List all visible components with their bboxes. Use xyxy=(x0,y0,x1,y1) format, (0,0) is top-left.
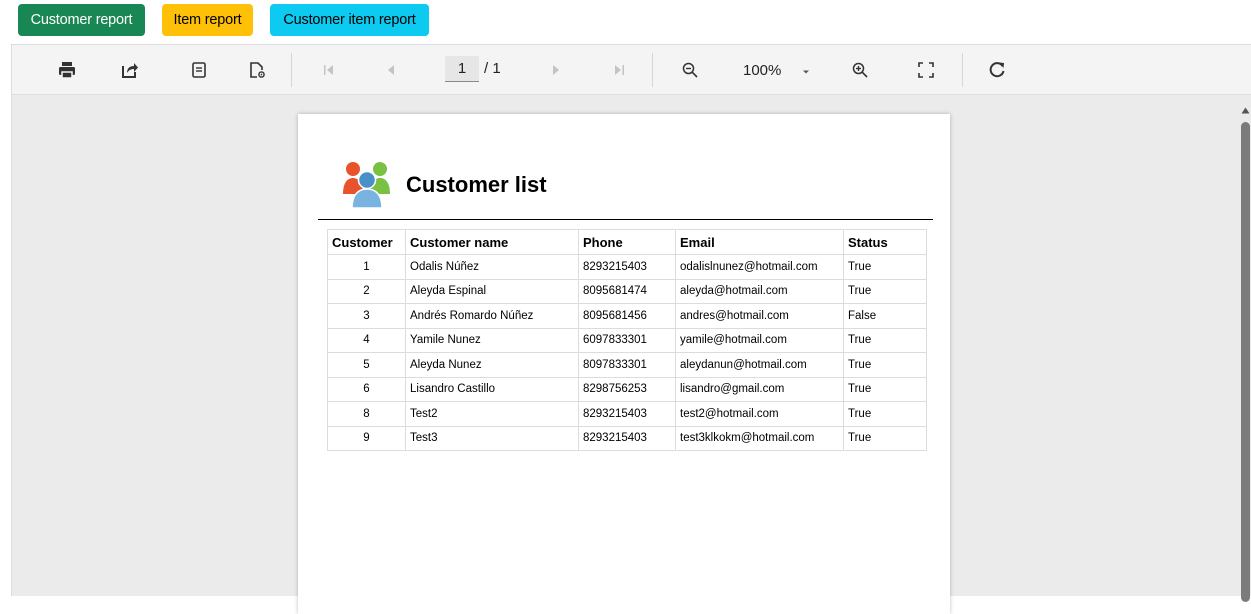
total-pages: / 1 xyxy=(484,60,501,77)
refresh-icon[interactable] xyxy=(984,57,1010,83)
customer-id: 4 xyxy=(327,327,406,353)
customer-phone: 8293215403 xyxy=(578,401,676,427)
customer-id: 9 xyxy=(327,425,406,451)
page-setup-icon[interactable] xyxy=(244,57,270,83)
print-icon[interactable] xyxy=(54,57,80,83)
table-row: 1 Odalis Núñez 8293215403 odalislnunez@h… xyxy=(327,254,927,280)
customer-id: 6 xyxy=(327,376,406,402)
customer-id: 3 xyxy=(327,303,406,329)
customer-item-report-button[interactable]: Customer item report xyxy=(270,4,429,36)
table-row: 2 Aleyda Espinal 8095681474 aleyda@hotma… xyxy=(327,278,927,304)
customer-status: True xyxy=(843,352,927,378)
document-icon[interactable] xyxy=(186,57,212,83)
table-row: 6 Lisandro Castillo 8298756253 lisandro@… xyxy=(327,376,927,402)
customer-name: Aleyda Nunez xyxy=(405,352,579,378)
customer-name: Odalis Núñez xyxy=(405,254,579,280)
customer-name: Andrés Romardo Núñez xyxy=(405,303,579,329)
first-page-icon[interactable] xyxy=(316,57,342,83)
report-title: Customer list xyxy=(406,172,547,197)
table-row: 8 Test2 8293215403 test2@hotmail.com Tru… xyxy=(327,401,927,427)
toolbar-separator xyxy=(962,53,963,87)
customer-status: True xyxy=(843,401,927,427)
toolbar-separator xyxy=(291,53,292,87)
table-header-row: Customer Customer name Phone Email Statu… xyxy=(327,229,927,255)
zoom-value: 100% xyxy=(743,62,782,79)
customer-name: Yamile Nunez xyxy=(405,327,579,353)
customer-status: True xyxy=(843,376,927,402)
customer-phone: 8095681456 xyxy=(578,303,676,329)
column-header: Phone xyxy=(578,229,676,255)
customer-email: odalislnunez@hotmail.com xyxy=(675,254,844,280)
previous-page-icon[interactable] xyxy=(378,57,404,83)
toolbar-separator xyxy=(652,53,653,87)
table-row: 9 Test3 8293215403 test3klkokm@hotmail.c… xyxy=(327,425,927,451)
customer-id: 5 xyxy=(327,352,406,378)
scroll-up-icon[interactable] xyxy=(1241,101,1250,119)
customer-status: False xyxy=(843,303,927,329)
customer-status: True xyxy=(843,254,927,280)
customer-phone: 8097833301 xyxy=(578,352,676,378)
column-header: Email xyxy=(675,229,844,255)
report-viewer: / 1 100% xyxy=(11,44,1251,614)
zoom-in-icon[interactable] xyxy=(847,57,873,83)
customer-email: yamile@hotmail.com xyxy=(675,327,844,353)
customers-group-icon xyxy=(343,160,391,215)
customer-phone: 8298756253 xyxy=(578,376,676,402)
customer-name: Test2 xyxy=(405,401,579,427)
customer-id: 8 xyxy=(327,401,406,427)
fullscreen-icon[interactable] xyxy=(913,57,939,83)
customer-email: lisandro@gmail.com xyxy=(675,376,844,402)
customer-id: 2 xyxy=(327,278,406,304)
item-report-button[interactable]: Item report xyxy=(162,4,253,36)
viewer-toolbar: / 1 100% xyxy=(12,45,1251,95)
customer-phone: 8293215403 xyxy=(578,425,676,451)
customer-name: Lisandro Castillo xyxy=(405,376,579,402)
customer-name: Aleyda Espinal xyxy=(405,278,579,304)
table-row: 3 Andrés Romardo Núñez 8095681456 andres… xyxy=(327,303,927,329)
customer-email: andres@hotmail.com xyxy=(675,303,844,329)
column-header: Customer name xyxy=(405,229,579,255)
table-row: 4 Yamile Nunez 6097833301 yamile@hotmail… xyxy=(327,327,927,353)
customer-status: True xyxy=(843,278,927,304)
report-page: Customer list Customer Customer name Pho… xyxy=(298,114,950,614)
zoom-out-icon[interactable] xyxy=(677,57,703,83)
column-header: Status xyxy=(843,229,927,255)
zoom-select[interactable]: 100% xyxy=(743,58,815,82)
customer-status: True xyxy=(843,327,927,353)
customer-phone: 8095681474 xyxy=(578,278,676,304)
customer-email: test2@hotmail.com xyxy=(675,401,844,427)
customer-table: Customer Customer name Phone Email Statu… xyxy=(327,229,927,451)
table-row: 5 Aleyda Nunez 8097833301 aleydanun@hotm… xyxy=(327,352,927,378)
current-page-input[interactable] xyxy=(445,56,479,82)
chevron-down-icon xyxy=(801,64,811,82)
customer-email: aleydanun@hotmail.com xyxy=(675,352,844,378)
customer-phone: 8293215403 xyxy=(578,254,676,280)
customer-email: aleyda@hotmail.com xyxy=(675,278,844,304)
export-icon[interactable] xyxy=(117,57,143,83)
customer-name: Test3 xyxy=(405,425,579,451)
next-page-icon[interactable] xyxy=(543,57,569,83)
customer-email: test3klkokm@hotmail.com xyxy=(675,425,844,451)
vertical-scrollbar[interactable] xyxy=(1239,95,1251,602)
column-header: Customer xyxy=(327,229,406,255)
customer-id: 1 xyxy=(327,254,406,280)
scrollbar-thumb[interactable] xyxy=(1241,122,1250,602)
customer-status: True xyxy=(843,425,927,451)
last-page-icon[interactable] xyxy=(606,57,632,83)
title-divider xyxy=(318,219,933,220)
customer-report-button[interactable]: Customer report xyxy=(18,4,145,36)
customer-phone: 6097833301 xyxy=(578,327,676,353)
